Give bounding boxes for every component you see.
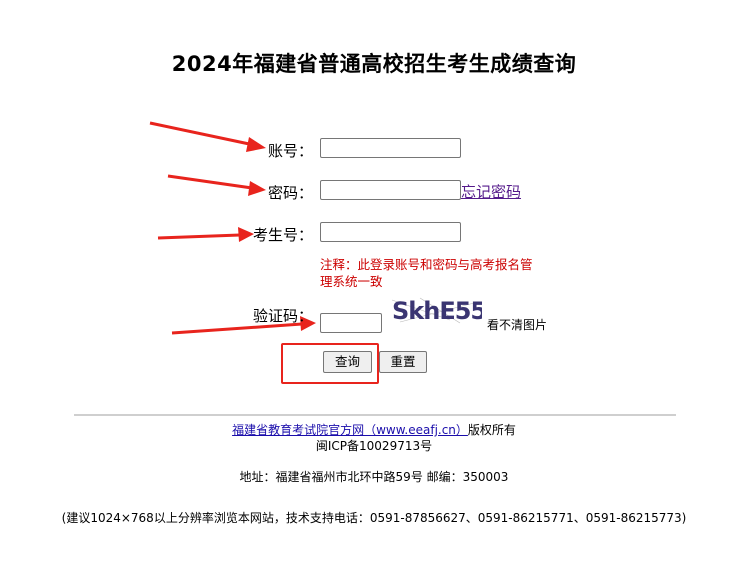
exam-number-label: 考生号： — [252, 226, 313, 244]
captcha-text: SkhE55 — [392, 297, 482, 324]
exam-number-input[interactable] — [320, 222, 461, 242]
official-site-link[interactable]: 福建省教育考试院官方网（www.eeafj.cn） — [232, 423, 468, 437]
login-note: 注释：此登录账号和密码与高考报名管理系统一致 — [320, 257, 533, 289]
account-input[interactable] — [320, 138, 461, 158]
password-label: 密码： — [267, 184, 313, 202]
footer-advice: (建议1024×768以上分辨率浏览本网站，技术支持电话：0591-878566… — [61, 511, 687, 525]
reset-button[interactable]: 重置 — [379, 351, 427, 373]
forgot-password-link[interactable]: 忘记密码 — [461, 181, 521, 202]
captcha-label: 验证码： — [252, 307, 313, 325]
account-label: 账号： — [267, 142, 313, 160]
copyright-text: 版权所有 — [467, 423, 516, 437]
footer-divider — [74, 414, 676, 416]
captcha-image[interactable]: SkhE55 — [390, 296, 482, 324]
query-button[interactable]: 查询 — [323, 351, 372, 373]
icp-number: 闽ICP备10029713号 — [315, 439, 433, 453]
footer-address: 地址：福建省福州市北环中路59号 邮编：350003 — [239, 470, 509, 484]
password-input[interactable] — [320, 180, 461, 200]
refresh-captcha-link[interactable]: 看不清图片 — [487, 316, 547, 333]
footer-copyright: 福建省教育考试院官方网（www.eeafj.cn）版权所有 — [0, 421, 748, 438]
captcha-input[interactable] — [320, 313, 382, 333]
